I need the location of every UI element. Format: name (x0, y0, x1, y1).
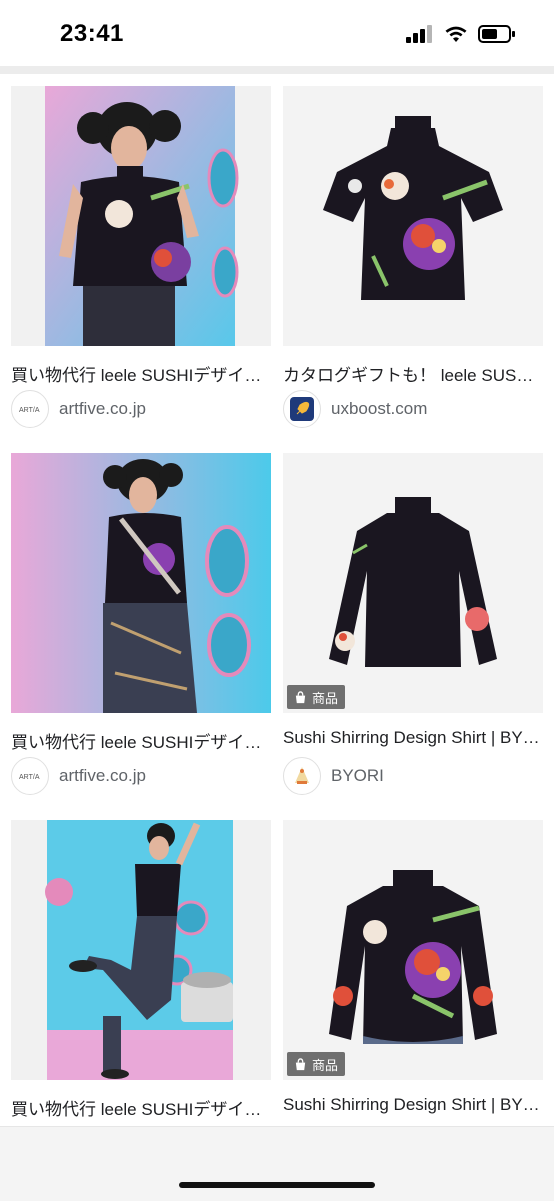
result-source[interactable]: ART/A artfive.co.jp (11, 757, 146, 795)
home-indicator[interactable] (179, 1182, 375, 1188)
model-photo-pink-backdrop-image (11, 86, 271, 346)
svg-text:ART/A: ART/A (19, 774, 40, 781)
result-caption[interactable]: 買い物代行 leele SUSHIデザイ… (11, 728, 271, 753)
sushi-print-shirt-long-sleeve-image (283, 453, 543, 713)
result-thumbnail[interactable] (11, 820, 271, 1080)
sushi-print-shirt-short-sleeve-image (283, 86, 543, 346)
source-domain: BYORI (331, 766, 384, 785)
product-badge: 商品 (287, 685, 346, 709)
cellular-signal-icon (406, 25, 432, 43)
result-thumbnail[interactable] (11, 453, 271, 713)
result-caption[interactable]: Sushi Shirring Design Shirt | BY… (283, 728, 543, 748)
artfive-logo-icon: ART/A (11, 757, 49, 795)
source-domain: artfive.co.jp (59, 766, 146, 785)
result-caption[interactable]: 買い物代行 leele SUSHIデザイ… (11, 1095, 271, 1120)
result-caption[interactable]: 買い物代行 leele SUSHIデザイ… (11, 361, 271, 386)
source-domain: artfive.co.jp (59, 399, 146, 418)
result-thumbnail[interactable]: 商品 (283, 453, 543, 713)
result-caption[interactable]: カタログギフトも！ leele SUS… (283, 361, 543, 386)
product-badge: 商品 (287, 1052, 346, 1076)
sushi-print-shirt-front-image (283, 820, 543, 1080)
shopping-bag-icon (295, 1057, 306, 1070)
result-thumbnail[interactable] (283, 86, 543, 346)
result-caption[interactable]: Sushi Shirring Design Shirt | BY… (283, 1095, 543, 1115)
shopping-bag-icon (295, 690, 306, 703)
model-photo-posing-image (11, 820, 271, 1080)
result-thumbnail[interactable]: 商品 (283, 820, 543, 1080)
result-source[interactable]: ART/A artfive.co.jp (11, 390, 146, 428)
wifi-icon (445, 26, 467, 42)
battery-icon (478, 25, 515, 43)
status-icons (406, 24, 516, 44)
bottom-toolbar (0, 1126, 554, 1201)
byori-logo-icon (283, 757, 321, 795)
result-source[interactable]: uxboost.com (283, 390, 427, 428)
status-time: 23:41 (60, 20, 124, 47)
header-divider (0, 66, 554, 74)
result-thumbnail[interactable] (11, 86, 271, 346)
artfive-logo-icon: ART/A (11, 390, 49, 428)
product-badge-label: 商品 (312, 1057, 339, 1073)
product-badge-label: 商品 (312, 690, 339, 706)
rocket-icon (283, 390, 321, 428)
model-photo-full-outfit-image (11, 453, 271, 713)
source-domain: uxboost.com (331, 399, 428, 418)
status-bar: 23:41 (0, 0, 554, 70)
svg-text:ART/A: ART/A (19, 407, 40, 414)
result-source[interactable]: BYORI (283, 757, 384, 795)
